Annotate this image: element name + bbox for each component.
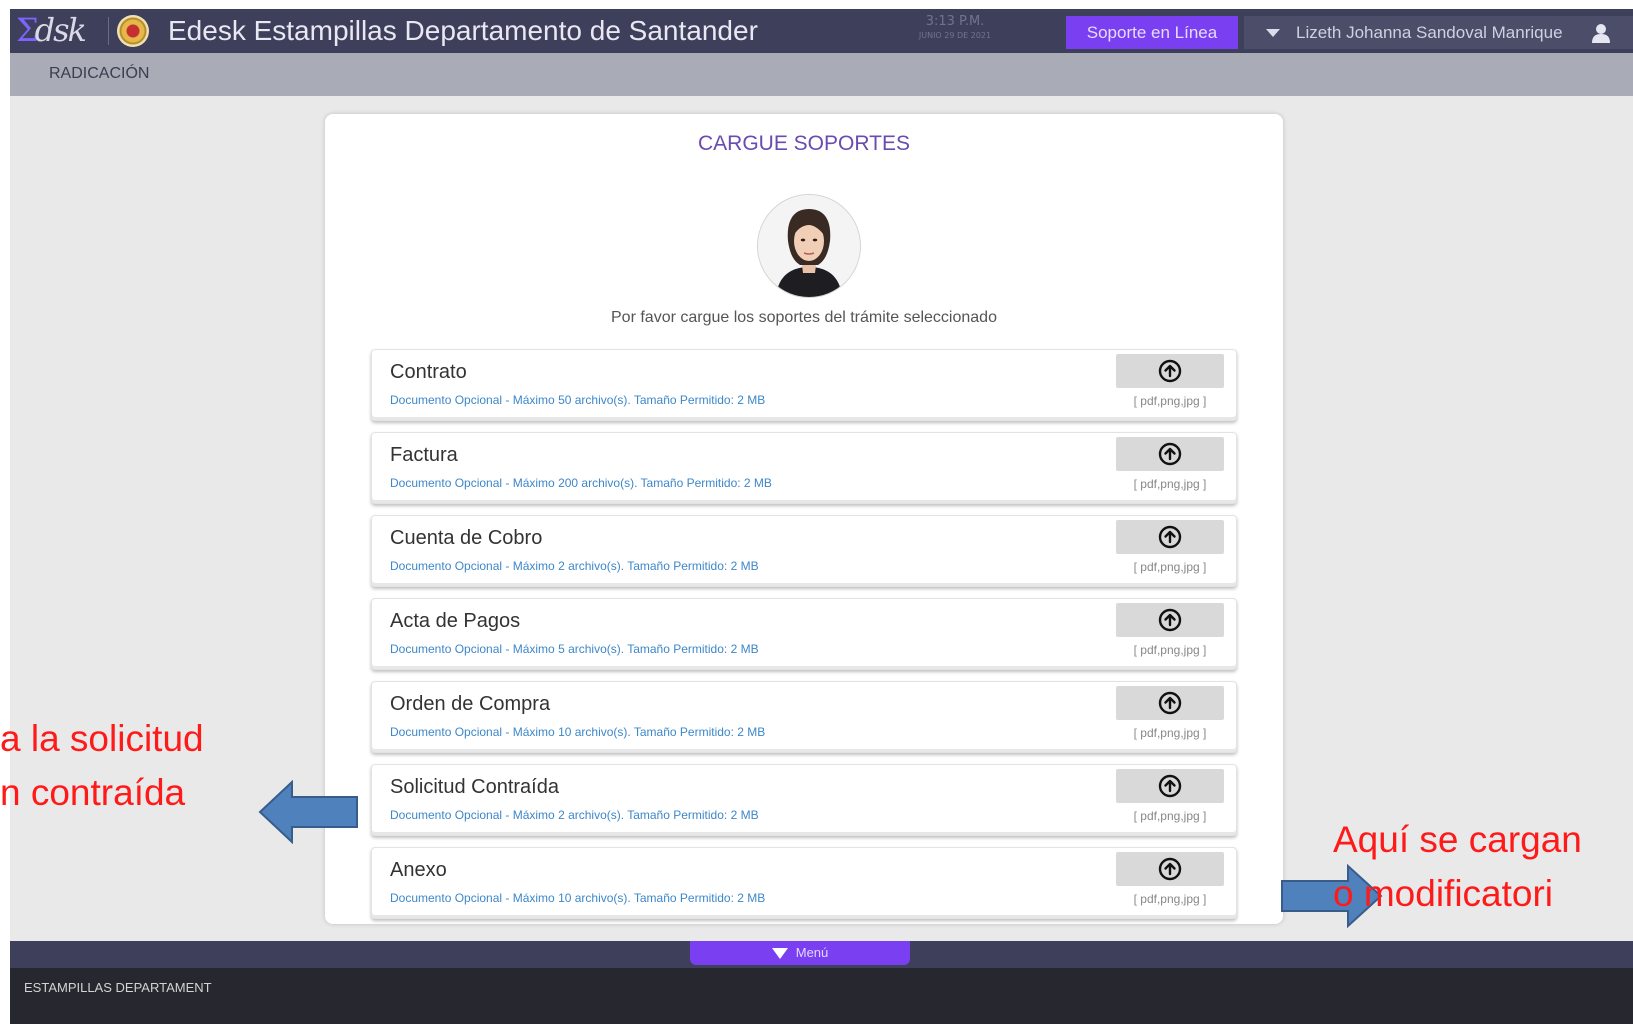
logo-text: dsk (34, 11, 87, 49)
document-description: Documento Opcional - Máximo 5 archivo(s)… (390, 642, 759, 656)
allowed-formats: [ pdf,png,jpg ] (1133, 477, 1207, 491)
upload-button[interactable] (1116, 437, 1224, 471)
document-name: Acta de Pagos (390, 610, 521, 632)
allowed-formats: [ pdf,png,jpg ] (1133, 809, 1207, 823)
avatar-portrait-icon (758, 195, 860, 297)
annotation-left-line2: n contraída (0, 772, 186, 813)
clock-time: 3:13 P.M. (925, 14, 985, 29)
sigma-logo-icon: Σ (16, 11, 39, 49)
document-row-acta-de-pagos: Acta de Pagos Documento Opcional - Máxim… (371, 598, 1237, 670)
upload-circle-arrow-icon (1158, 442, 1182, 466)
upload-circle-arrow-icon (1158, 691, 1182, 715)
edesk-logo[interactable]: Σdsk (16, 11, 87, 49)
header-divider (108, 17, 109, 45)
user-menu[interactable]: Lizeth Johanna Sandoval Manrique (1244, 16, 1633, 49)
panel-title: CARGUE SOPORTES (698, 132, 910, 155)
allowed-formats: [ pdf,png,jpg ] (1133, 643, 1207, 657)
upload-circle-arrow-icon (1158, 608, 1182, 632)
annotation-right-line1: Aquí se cargan (1333, 819, 1582, 860)
upload-circle-arrow-icon (1158, 359, 1182, 383)
allowed-formats: [ pdf,png,jpg ] (1133, 394, 1207, 408)
document-row-anexo: Anexo Documento Opcional - Máximo 10 arc… (371, 847, 1237, 919)
document-name: Cuenta de Cobro (390, 527, 543, 549)
menu-label: Menú (795, 945, 829, 960)
upload-button[interactable] (1116, 769, 1224, 803)
nav-radicacion[interactable]: RADICACIÓN (49, 65, 149, 83)
document-row-cuenta-de-cobro: Cuenta de Cobro Documento Opcional - Máx… (371, 515, 1237, 587)
sub-navigation-bar: RADICACIÓN (10, 53, 1633, 96)
top-bar: Σdsk Edesk Estampillas Departamento de S… (10, 9, 1633, 53)
annotation-left-line1: a la solicitud (0, 718, 204, 759)
footer: ESTAMPILLAS DEPARTAMENT (10, 968, 1633, 1024)
upload-panel: CARGUE SOPORTES Por favor cargue los sop… (325, 114, 1283, 924)
allowed-formats: [ pdf,png,jpg ] (1133, 892, 1207, 906)
document-description: Documento Opcional - Máximo 10 archivo(s… (390, 725, 766, 739)
document-description: Documento Opcional - Máximo 50 archivo(s… (390, 393, 766, 407)
upload-button[interactable] (1116, 603, 1224, 637)
assistant-avatar (757, 194, 861, 298)
upload-button[interactable] (1116, 686, 1224, 720)
annotation-left-text: a la solicitud n contraída (0, 712, 204, 820)
document-row-factura: Factura Documento Opcional - Máximo 200 … (371, 432, 1237, 504)
user-name[interactable]: Lizeth Johanna Sandoval Manrique (1296, 16, 1563, 49)
footer-text: ESTAMPILLAS DEPARTAMENT (24, 980, 212, 995)
upload-circle-arrow-icon (1158, 857, 1182, 881)
document-row-orden-de-compra: Orden de Compra Documento Opcional - Máx… (371, 681, 1237, 753)
user-icon[interactable] (1591, 23, 1611, 43)
document-description: Documento Opcional - Máximo 10 archivo(s… (390, 891, 766, 905)
upload-button[interactable] (1116, 354, 1224, 388)
annotation-left-arrow-icon (258, 780, 358, 844)
annotation-right-line2: o modificatori (1333, 873, 1554, 914)
upload-button[interactable] (1116, 852, 1224, 886)
instructions-text: Por favor cargue los soportes del trámit… (611, 309, 997, 326)
upload-circle-arrow-icon (1158, 774, 1182, 798)
document-name: Solicitud Contraída (390, 776, 559, 798)
document-row-solicitud-contraida: Solicitud Contraída Documento Opcional -… (371, 764, 1237, 836)
upload-circle-arrow-icon (1158, 525, 1182, 549)
annotation-right-text: Aquí se cargan o modificatori (1333, 813, 1582, 921)
menu-toggle-button[interactable]: Menú (690, 941, 910, 965)
app-title: Edesk Estampillas Departamento de Santan… (168, 15, 758, 46)
caret-down-icon (771, 948, 788, 960)
document-description: Documento Opcional - Máximo 200 archivo(… (390, 476, 772, 490)
caret-down-icon[interactable] (1266, 29, 1280, 37)
santander-seal-icon (117, 15, 149, 47)
upload-button[interactable] (1116, 520, 1224, 554)
document-description: Documento Opcional - Máximo 2 archivo(s)… (390, 559, 759, 573)
document-list: Contrato Documento Opcional - Máximo 50 … (371, 349, 1237, 930)
clock-date: JUNIO 29 DE 2021 (918, 31, 992, 40)
document-name: Anexo (390, 859, 447, 881)
document-description: Documento Opcional - Máximo 2 archivo(s)… (390, 808, 759, 822)
allowed-formats: [ pdf,png,jpg ] (1133, 726, 1207, 740)
document-name: Contrato (390, 361, 467, 383)
support-online-button[interactable]: Soporte en Línea (1066, 16, 1238, 49)
clock: 3:13 P.M. JUNIO 29 DE 2021 (900, 14, 1010, 40)
document-row-contrato: Contrato Documento Opcional - Máximo 50 … (371, 349, 1237, 421)
document-name: Orden de Compra (390, 693, 551, 715)
allowed-formats: [ pdf,png,jpg ] (1133, 560, 1207, 574)
document-name: Factura (390, 444, 458, 466)
